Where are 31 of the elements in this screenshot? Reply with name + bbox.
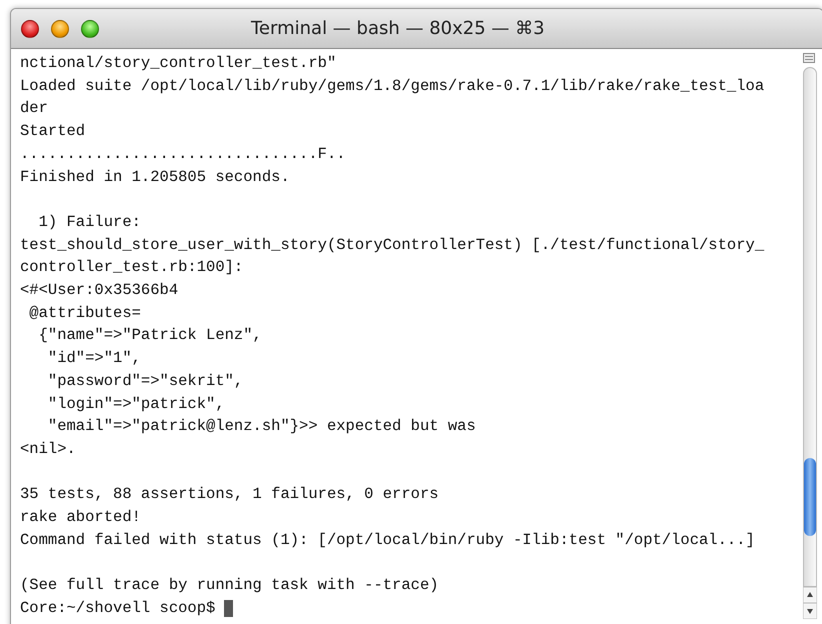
output-line: Loaded suite /opt/local/lib/ruby/gems/1.8/gems/rake-0.7.1/lib/rake/rake_test_loa [20, 76, 764, 97]
output-line: Started [20, 121, 86, 142]
output-line: "email"=>"patrick@lenz.sh"}>> expected but was [46, 416, 476, 438]
scroll-up-icon[interactable] [803, 587, 817, 603]
scroll-down-icon[interactable] [803, 603, 817, 619]
output-line: ................................F.. [20, 144, 346, 165]
output-line: <nil>. [20, 438, 76, 460]
output-line: test_should_store_user_with_story(StoryControllerTest) [./test/functional/story_ [20, 234, 764, 256]
split-pane-icon[interactable] [803, 53, 815, 63]
minimize-button[interactable] [51, 20, 69, 38]
output-line: "id"=>"1", [46, 348, 141, 370]
output-line: controller_test.rb:100]: [20, 257, 244, 278]
output-line: der [20, 98, 48, 120]
close-button[interactable] [21, 20, 39, 38]
output-line: <#<User:0x35366b4 [20, 280, 178, 302]
output-line: @attributes= [28, 302, 141, 324]
scrollbar-thumb[interactable] [804, 458, 816, 536]
output-line: 1) Failure: [38, 212, 141, 233]
output-line: "login"=>"patrick", [46, 394, 225, 415]
zoom-button[interactable] [81, 20, 99, 38]
output-line: Finished in 1.205805 seconds. [20, 166, 290, 188]
output-line: {"name"=>"Patrick Lenz", [38, 325, 262, 346]
text-cursor [224, 600, 234, 617]
output-line: (See full trace by running task with --trace) [20, 575, 439, 596]
output-line: 35 tests, 88 assertions, 1 failures, 0 errors [20, 484, 439, 506]
output-line: nctional/story_controller_test.rb" [20, 53, 336, 74]
window-title: Terminal — bash — 80x25 — ⌘3 [251, 18, 545, 39]
shell-prompt: Core:~/shovell scoop$ [20, 598, 216, 619]
output-line: rake aborted! [20, 507, 141, 528]
output-line: Command failed with status (1): [/opt/local/bin/ruby -Ilib:test "/opt/local...] [20, 530, 755, 551]
output-line: "password"=>"sekrit", [46, 370, 244, 392]
